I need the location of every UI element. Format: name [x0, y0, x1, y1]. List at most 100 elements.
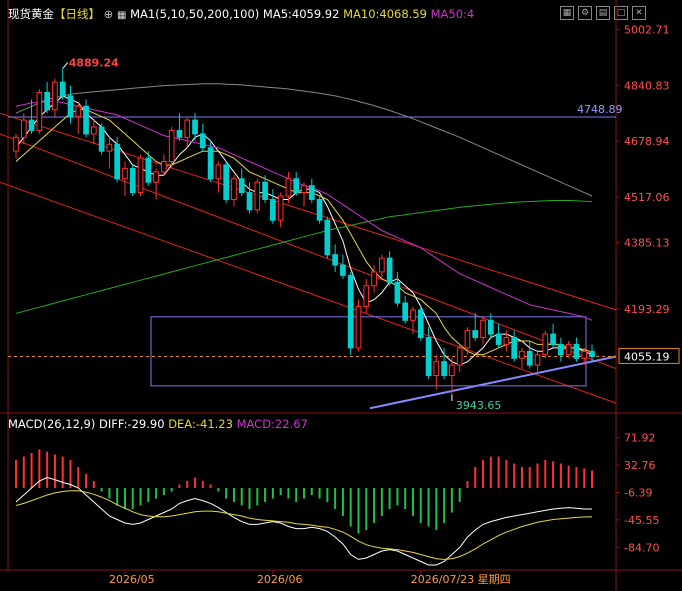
- candle-body: [59, 81, 66, 97]
- candle-body: [83, 105, 89, 135]
- ma-line-ma200: [15, 200, 593, 314]
- candle-body: [347, 274, 354, 349]
- candle: [207, 140, 214, 183]
- candle: [394, 271, 401, 307]
- candle-body: [199, 133, 206, 149]
- candle-body: [106, 143, 113, 152]
- candle: [277, 192, 284, 228]
- candle-body: [324, 219, 331, 256]
- candle-body: [207, 147, 214, 180]
- candle-body: [75, 105, 82, 118]
- candle-body: [480, 319, 486, 339]
- candle: [301, 182, 307, 207]
- candle: [59, 68, 66, 100]
- candle: [449, 358, 455, 396]
- y-tick-label: 4385.13: [624, 237, 670, 250]
- candle: [199, 123, 206, 152]
- candle-body: [449, 364, 455, 376]
- candle-body: [20, 119, 27, 138]
- candle-body: [402, 302, 409, 321]
- candle-body: [285, 178, 292, 197]
- candle-body: [238, 178, 245, 194]
- candle-body: [332, 254, 338, 266]
- macd-dea-line: [15, 490, 593, 560]
- y-tick-label: 5002.71: [624, 23, 670, 36]
- candle: [246, 182, 253, 214]
- candle: [456, 344, 463, 373]
- macd-y-tick-label: 71.92: [624, 432, 656, 445]
- candle: [114, 137, 121, 183]
- chart-canvas[interactable]: 4889.24 3943.65 4748.89 5002.71 4840.83 4678…: [0, 0, 682, 591]
- candle-body: [36, 91, 43, 131]
- candle: [75, 102, 82, 134]
- x-tick-label: 2026/07/23 星期四: [411, 573, 511, 586]
- candle-body: [371, 271, 377, 287]
- candle-body: [417, 309, 424, 339]
- candle: [363, 278, 370, 314]
- candle-body: [52, 81, 58, 111]
- candle-body: [573, 343, 580, 359]
- candle-body: [316, 198, 323, 221]
- candle: [495, 323, 502, 348]
- candle-body: [301, 185, 307, 194]
- candle-body: [215, 164, 222, 180]
- candle-body: [379, 257, 385, 273]
- candle-body: [456, 347, 463, 366]
- candle-body: [91, 126, 97, 135]
- candle: [129, 164, 136, 197]
- candle: [402, 296, 409, 324]
- macd-y-tick-label: -45.55: [624, 514, 659, 527]
- candle: [386, 251, 393, 286]
- candle: [13, 133, 19, 159]
- macd-y-tick-label: -6.39: [624, 486, 652, 499]
- candle-body: [363, 285, 370, 307]
- candle: [526, 340, 533, 369]
- candle: [122, 161, 128, 197]
- candle: [270, 189, 276, 224]
- candle-body: [192, 119, 198, 135]
- low-label: 3943.65: [456, 399, 502, 412]
- candle-body: [277, 195, 284, 221]
- high-pointer: [62, 62, 69, 69]
- candle: [153, 168, 159, 200]
- candle-body: [293, 178, 300, 194]
- candle-body: [114, 143, 121, 180]
- y-tick-label: 4517.06: [624, 191, 670, 204]
- candle: [308, 178, 315, 203]
- candle: [36, 89, 43, 134]
- candle: [511, 330, 517, 362]
- candle-body: [270, 198, 276, 221]
- candle: [558, 337, 564, 362]
- candle-body: [145, 157, 152, 183]
- candle: [83, 99, 89, 138]
- candle-body: [246, 192, 253, 211]
- candle-body: [410, 309, 416, 321]
- candle: [67, 85, 74, 124]
- candle-body: [161, 161, 167, 173]
- candle: [254, 178, 261, 214]
- channel-line-upper: [0, 112, 617, 311]
- candle: [480, 316, 486, 345]
- candle-body: [262, 181, 268, 200]
- candle-body: [589, 350, 595, 358]
- candle: [316, 196, 323, 224]
- candle: [293, 171, 300, 197]
- candle-body: [526, 350, 533, 366]
- channel-line-mid: [0, 133, 617, 370]
- candle: [44, 82, 50, 114]
- candle: [184, 116, 191, 148]
- macd-y-tick-label: 32.76: [624, 459, 656, 472]
- candle-body: [176, 129, 183, 138]
- candle-body: [534, 354, 541, 366]
- y-tick-label: 4055.19: [624, 350, 670, 363]
- candle: [137, 154, 144, 197]
- candle-body: [28, 119, 35, 131]
- candle-body: [308, 185, 315, 200]
- macd-y-tick-label: -84.70: [624, 541, 659, 554]
- candle-body: [464, 330, 471, 349]
- candle: [433, 354, 440, 390]
- candle: [573, 337, 580, 362]
- hline-label: 4748.89: [577, 103, 623, 116]
- candle: [542, 330, 549, 359]
- candle-body: [581, 350, 588, 359]
